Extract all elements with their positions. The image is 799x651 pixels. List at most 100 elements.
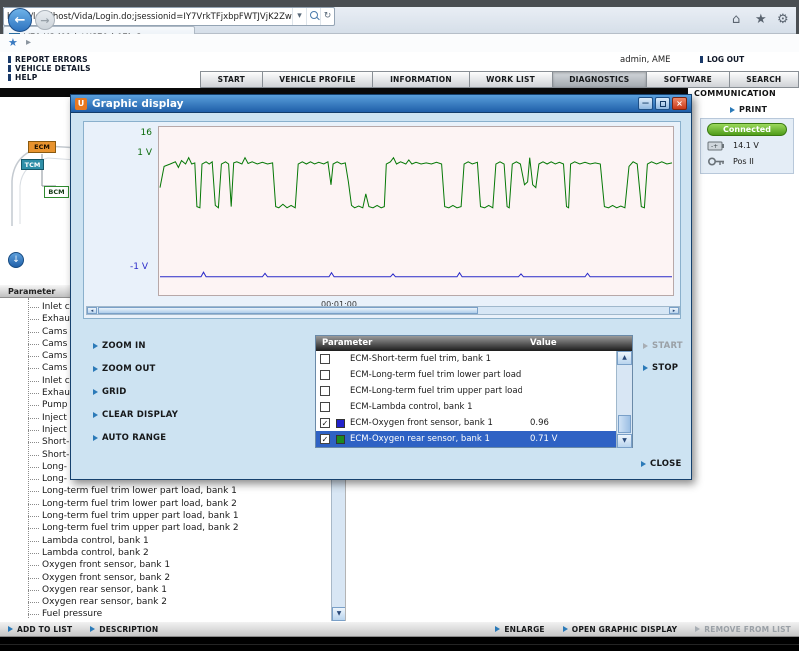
- button-label: AUTO RANGE: [102, 433, 166, 443]
- dialog-parameter-table: Parameter Value ECM-Short-term fuel trim…: [315, 335, 633, 448]
- forward-button[interactable]: →: [35, 10, 55, 30]
- report-errors-link[interactable]: REPORT ERRORS: [8, 55, 88, 64]
- row-parameter: ECM-Oxygen rear sensor, bank 1: [350, 431, 490, 447]
- table-row[interactable]: ECM-Lambda control, bank 1: [316, 399, 616, 415]
- arrow-icon: [495, 626, 500, 632]
- scroll-thumb[interactable]: [98, 307, 478, 314]
- module-bcm[interactable]: BCM: [44, 186, 69, 198]
- row-checkbox[interactable]: ✓: [320, 434, 330, 444]
- tree-item[interactable]: Fuel pressure: [0, 608, 331, 620]
- table-row[interactable]: ✓ ECM-Oxygen rear sensor, bank 1 0.71 V: [316, 431, 616, 447]
- stop-button[interactable]: STOP: [643, 363, 678, 373]
- back-button[interactable]: ←: [8, 8, 32, 32]
- help-link[interactable]: HELP: [8, 73, 37, 82]
- nav-tab-vehicle-profile[interactable]: VEHICLE PROFILE: [263, 71, 374, 88]
- vehicle-details-link[interactable]: VEHICLE DETAILS: [8, 64, 91, 73]
- search-icon[interactable]: [306, 8, 320, 25]
- table-row[interactable]: ECM-Long-term fuel trim lower part load,…: [316, 367, 616, 383]
- toolbar-label: ENLARGE: [504, 625, 544, 634]
- tree-item[interactable]: Oxygen front sensor, bank 1: [0, 559, 331, 571]
- tree-item[interactable]: Lambda control, bank 1: [0, 535, 331, 547]
- module-ecm[interactable]: ECM: [28, 141, 56, 153]
- table-row[interactable]: ECM-Short-term fuel trim, bank 1: [316, 351, 616, 367]
- scroll-thumb[interactable]: [618, 415, 631, 433]
- module-tcm[interactable]: TCM: [21, 159, 44, 170]
- tree-item[interactable]: Long-term fuel trim lower part load, ban…: [0, 498, 331, 510]
- scroll-down-icon[interactable]: ▼: [617, 434, 632, 448]
- arrow-icon: [563, 626, 568, 632]
- close-dialog-button[interactable]: CLOSE: [641, 459, 682, 469]
- maximize-button[interactable]: [655, 97, 670, 110]
- nav-tab-diagnostics[interactable]: DIAGNOSTICS: [553, 71, 648, 88]
- tree-item[interactable]: Lambda control, bank 2: [0, 547, 331, 559]
- nav-tab-information[interactable]: INFORMATION: [373, 71, 469, 88]
- nav-tab-start[interactable]: START: [200, 71, 263, 88]
- nav-tab-software[interactable]: SOFTWARE: [647, 71, 730, 88]
- ignition-position-value: Pos II: [733, 157, 754, 166]
- tree-item[interactable]: Long-term fuel trim upper part load, ban…: [0, 510, 331, 522]
- toolbar-add-to-list[interactable]: ADD TO LIST: [8, 625, 72, 634]
- tree-item[interactable]: Oxygen rear sensor, bank 1: [0, 584, 331, 596]
- minimize-button[interactable]: —: [638, 97, 653, 110]
- address-dropdown-icon[interactable]: ▾: [292, 8, 306, 25]
- report-errors-label: REPORT ERRORS: [15, 55, 88, 64]
- graph-horizontal-scrollbar[interactable]: ◂ ▸: [86, 306, 680, 315]
- tree-item[interactable]: Long-term fuel trim upper part load, ban…: [0, 522, 331, 534]
- zoom-out-button[interactable]: ZOOM OUT: [93, 364, 178, 374]
- home-icon[interactable]: ⌂: [732, 12, 740, 27]
- row-parameter: ECM-Long-term fuel trim lower part load,…: [350, 367, 522, 383]
- scroll-left-icon[interactable]: ◂: [87, 307, 97, 314]
- button-label: ZOOM OUT: [102, 364, 156, 374]
- favorites-star-icon[interactable]: ★: [8, 36, 18, 49]
- nav-tab-search[interactable]: SEARCH: [730, 71, 799, 88]
- table-row[interactable]: ECM-Long-term fuel trim upper part load,…: [316, 383, 616, 399]
- forward-icon: →: [40, 14, 49, 27]
- close-button[interactable]: ×: [672, 97, 687, 110]
- row-parameter: ECM-Short-term fuel trim, bank 1: [350, 351, 491, 367]
- toolbar-description[interactable]: DESCRIPTION: [90, 625, 158, 634]
- dialog-titlebar[interactable]: U Graphic display — ×: [71, 95, 691, 113]
- row-value: 0.71 V: [530, 431, 557, 447]
- scroll-right-icon[interactable]: ▸: [669, 307, 679, 314]
- nav-tab-work-list[interactable]: WORK LIST: [470, 71, 553, 88]
- ignition-position-row: Pos II: [707, 156, 754, 167]
- scroll-down-icon[interactable]: ▼: [332, 607, 346, 621]
- collapse-arrow-icon[interactable]: ↓: [8, 252, 24, 268]
- favorites-arrow-icon[interactable]: ▸: [26, 37, 31, 48]
- clear-display-button[interactable]: CLEAR DISPLAY: [93, 410, 178, 420]
- browser-toolbar: ← → http://localhost/Vida/Login.do;jsess…: [3, 7, 796, 34]
- start-label: START: [652, 341, 683, 351]
- table-row[interactable]: ✓ECM-Oxygen front sensor, bank 10.96: [316, 415, 616, 431]
- tree-item[interactable]: Oxygen front sensor, bank 2: [0, 572, 331, 584]
- row-checkbox[interactable]: ✓: [320, 418, 330, 428]
- auto-range-button[interactable]: AUTO RANGE: [93, 433, 178, 443]
- scroll-up-icon[interactable]: ▲: [617, 351, 632, 365]
- arrow-icon: [730, 107, 735, 113]
- tree-item[interactable]: Oxygen rear sensor, bank 2: [0, 596, 331, 608]
- stop-label: STOP: [652, 363, 678, 373]
- favorites-icon[interactable]: ★: [755, 12, 767, 27]
- grid-button[interactable]: GRID: [93, 387, 178, 397]
- row-checkbox[interactable]: [320, 354, 330, 364]
- refresh-icon[interactable]: ↻: [320, 8, 334, 25]
- zoom-in-button[interactable]: ZOOM IN: [93, 341, 178, 351]
- communication-panel: Connected -+ 14.1 V Pos II: [700, 118, 794, 174]
- row-checkbox[interactable]: [320, 402, 330, 412]
- row-checkbox[interactable]: [320, 386, 330, 396]
- graphic-display-dialog: U Graphic display — × 16 1 V -1 V 00:01:…: [70, 94, 692, 480]
- trace-color-swatch: [336, 419, 345, 428]
- table-scrollbar[interactable]: ▲ ▼: [616, 351, 632, 448]
- trace-color-swatch: [336, 435, 345, 444]
- vida-app-icon: U: [75, 98, 87, 110]
- bullet-icon: [8, 74, 11, 81]
- toolbar-open-graphic-display[interactable]: OPEN GRAPHIC DISPLAY: [563, 625, 678, 634]
- button-label: ZOOM IN: [102, 341, 146, 351]
- battery-voltage-row: -+ 14.1 V: [707, 140, 759, 151]
- tools-gear-icon[interactable]: ⚙: [777, 12, 789, 27]
- print-button[interactable]: PRINT: [730, 105, 767, 114]
- row-checkbox[interactable]: [320, 370, 330, 380]
- toolbar-enlarge[interactable]: ENLARGE: [495, 625, 544, 634]
- tree-item[interactable]: Long-term fuel trim lower part load, ban…: [0, 485, 331, 497]
- dialog-title: Graphic display: [92, 98, 636, 110]
- logout-link[interactable]: LOG OUT: [700, 55, 744, 64]
